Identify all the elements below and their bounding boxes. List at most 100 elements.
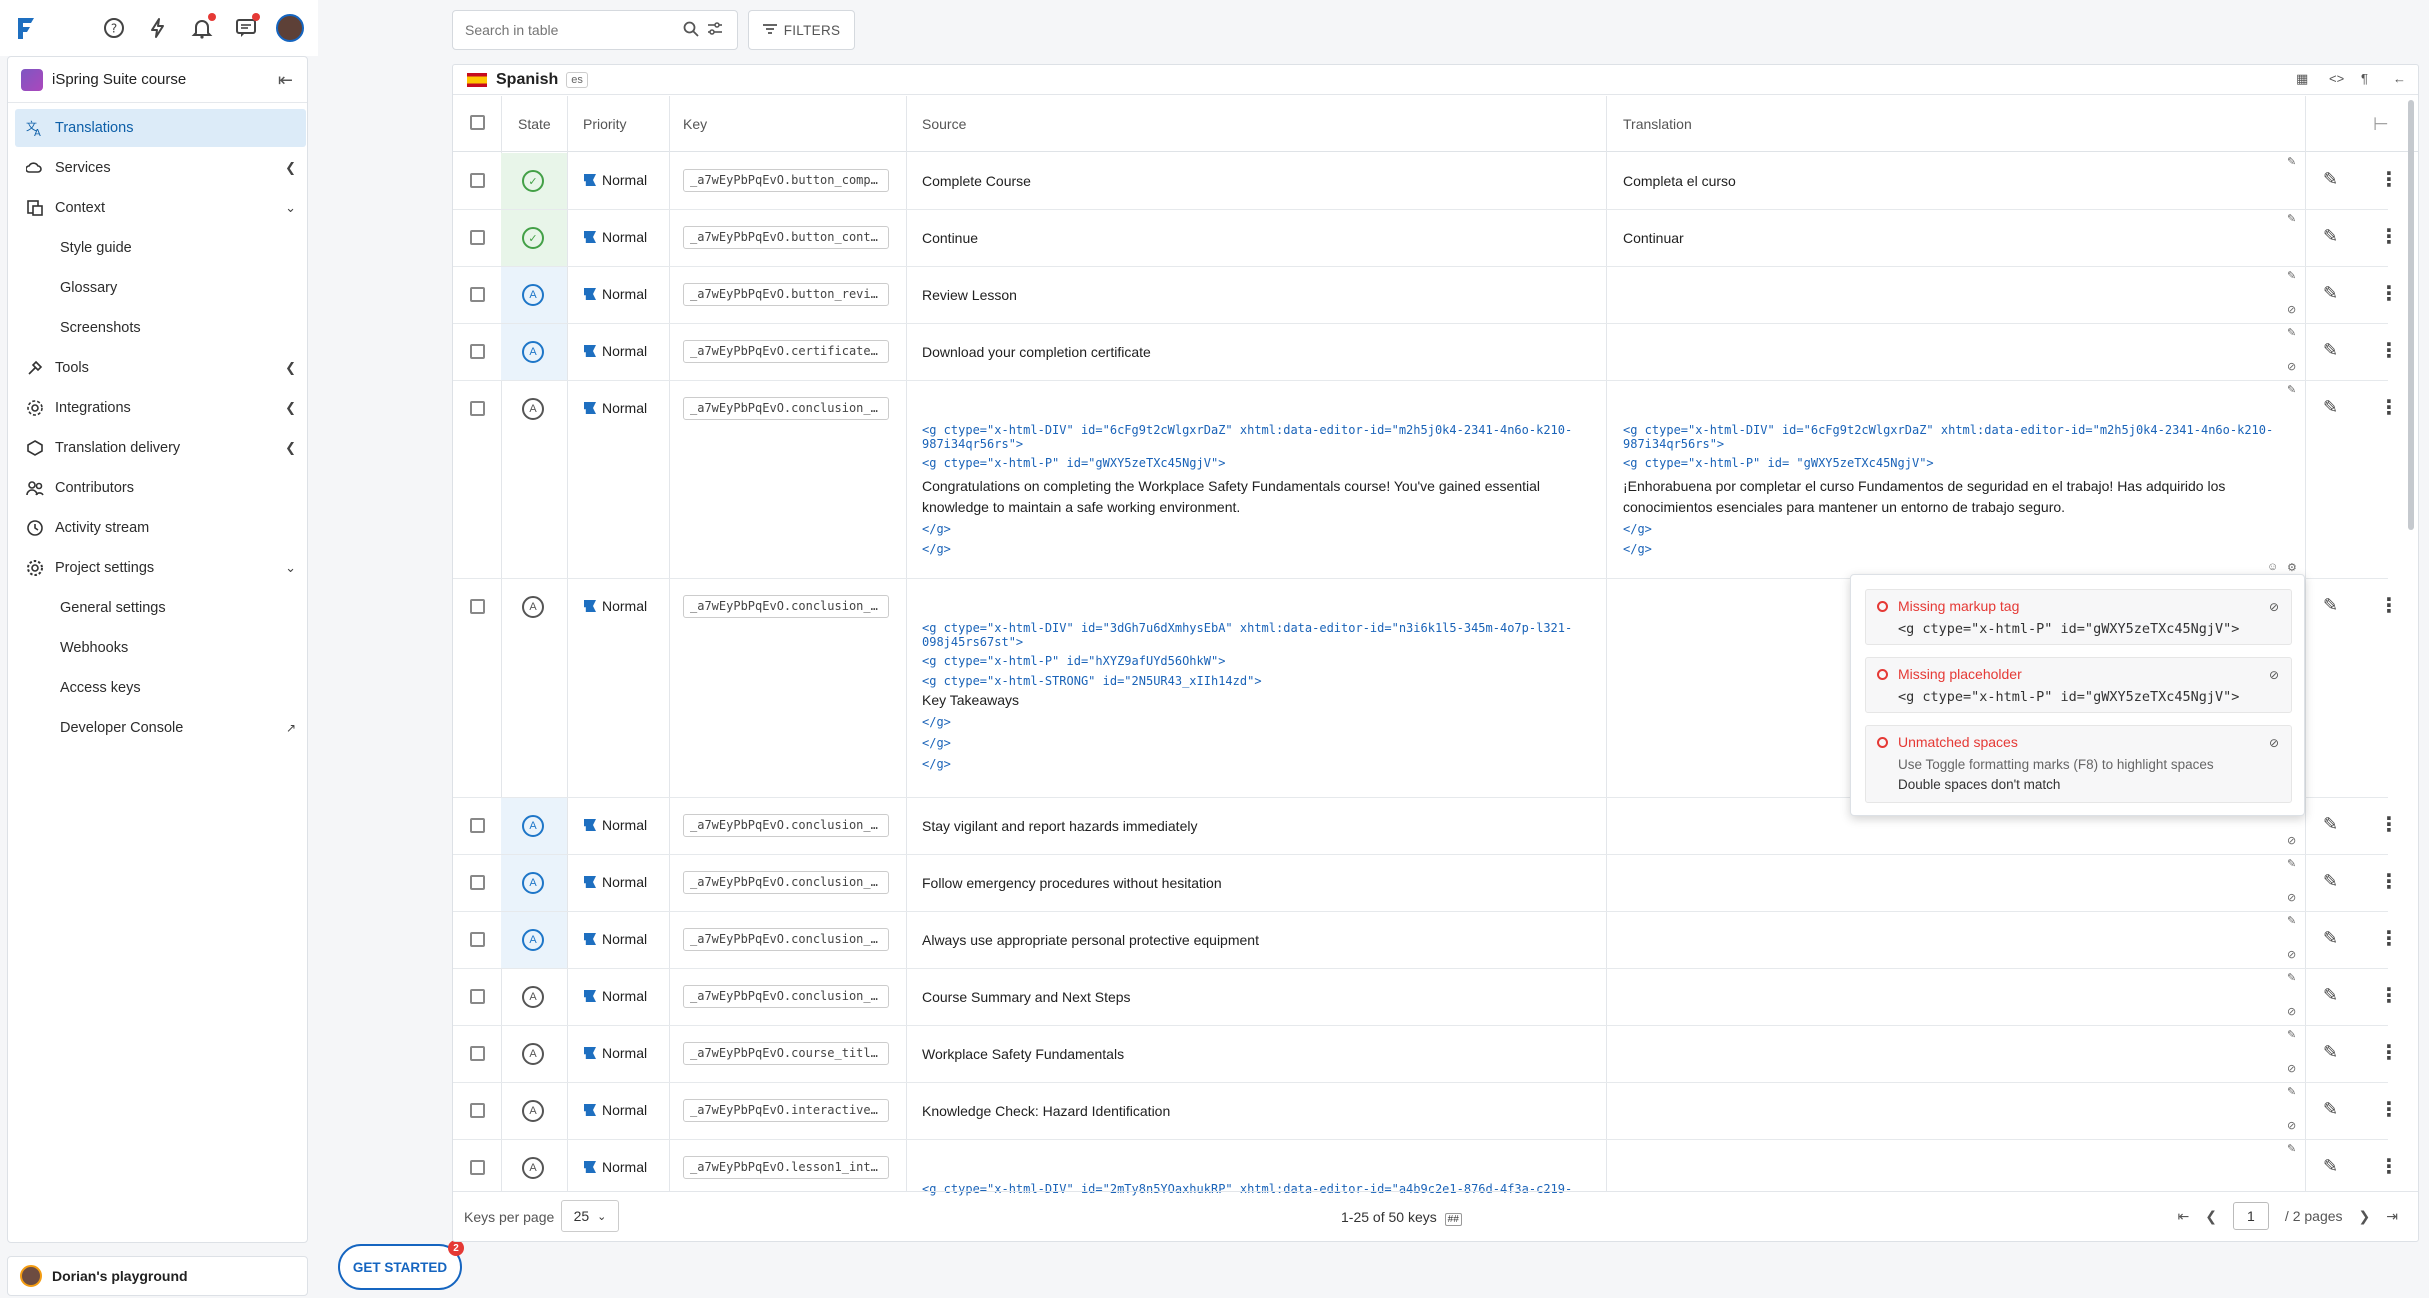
- edit-small-icon[interactable]: ✎: [2287, 971, 2296, 984]
- translation-text[interactable]: Continuar: [1623, 228, 2283, 249]
- filters-button[interactable]: FILTERS: [748, 10, 855, 50]
- table-row[interactable]: ✓ Normal _a7wEyPbPqEvO.button_conti… Con…: [453, 210, 2399, 267]
- row-checkbox[interactable]: [470, 599, 485, 614]
- key-chip[interactable]: _a7wEyPbPqEvO.button_compl…: [683, 169, 889, 192]
- edit-icon[interactable]: ✎: [2323, 871, 2338, 892]
- priority[interactable]: Normal: [584, 1102, 647, 1118]
- edit-small-icon[interactable]: ✎: [2287, 1028, 2296, 1041]
- workspace-switcher[interactable]: Dorian's playground: [7, 1256, 308, 1296]
- sidebar-item-developer-console[interactable]: Developer Console ↗: [15, 709, 306, 747]
- search-icon[interactable]: [683, 21, 699, 40]
- hash-icon[interactable]: ##: [1444, 1213, 1462, 1226]
- page-input[interactable]: 1: [2232, 1202, 2269, 1230]
- get-started-button[interactable]: GET STARTED 2: [338, 1240, 464, 1290]
- translation-text[interactable]: Completa el curso: [1623, 171, 2283, 192]
- next-page-icon[interactable]: ❯: [2359, 1208, 2371, 1225]
- more-icon[interactable]: ⋮: [2379, 338, 2399, 363]
- edit-icon[interactable]: ✎: [2323, 169, 2338, 190]
- key-chip[interactable]: _a7wEyPbPqEvO.conclusion_t…: [683, 985, 889, 1008]
- hide-icon[interactable]: ⊘: [2287, 303, 2296, 316]
- more-icon[interactable]: ⋮: [2379, 812, 2399, 837]
- table-row[interactable]: ✓ Normal _a7wEyPbPqEvO.button_compl… Com…: [453, 153, 2399, 210]
- more-icon[interactable]: ⋮: [2379, 395, 2399, 420]
- table-row[interactable]: A Normal _a7wEyPbPqEvO.conclusion_p… Alw…: [453, 912, 2399, 969]
- sidebar-item-translations[interactable]: 文A Translations: [15, 109, 306, 147]
- hide-icon[interactable]: ⊘: [2287, 834, 2296, 847]
- select-all-checkbox[interactable]: [470, 115, 485, 130]
- lightning-icon[interactable]: [144, 14, 172, 42]
- priority[interactable]: Normal: [584, 400, 647, 416]
- collapse-sidebar-icon[interactable]: ⇤: [278, 70, 293, 91]
- hide-icon[interactable]: ⊘: [2287, 891, 2296, 904]
- key-chip[interactable]: _a7wEyPbPqEvO.conclusion_p…: [683, 814, 889, 837]
- column-key[interactable]: Key: [683, 116, 707, 132]
- key-chip[interactable]: _a7wEyPbPqEvO.conclusion_p…: [683, 871, 889, 894]
- edit-small-icon[interactable]: ✎: [2287, 383, 2296, 396]
- last-page-icon[interactable]: ⇥: [2386, 1208, 2398, 1225]
- row-checkbox[interactable]: [470, 1160, 485, 1175]
- translation-content[interactable]: <g ctype="x-html-DIV" id="6cFg9t2cWlgxrD…: [1623, 423, 2283, 556]
- key-chip[interactable]: _a7wEyPbPqEvO.button_revie…: [683, 283, 889, 306]
- error-icon[interactable]: ⚙: [2287, 561, 2297, 574]
- priority[interactable]: Normal: [584, 931, 647, 947]
- priority[interactable]: Normal: [584, 1045, 647, 1061]
- column-priority[interactable]: Priority: [583, 116, 627, 132]
- priority[interactable]: Normal: [584, 1159, 647, 1175]
- edit-icon[interactable]: ✎: [2323, 1099, 2338, 1120]
- edit-small-icon[interactable]: ✎: [2287, 1142, 2296, 1155]
- sidebar-item-project-settings[interactable]: Project settings ⌄: [15, 549, 306, 587]
- priority[interactable]: Normal: [584, 172, 647, 188]
- table-row[interactable]: A Normal _a7wEyPbPqEvO.interactive_… Kno…: [453, 1083, 2399, 1140]
- first-page-icon[interactable]: ⇤: [2177, 1208, 2189, 1225]
- hide-icon[interactable]: ⊘: [2287, 1119, 2296, 1132]
- edit-small-icon[interactable]: ✎: [2287, 155, 2296, 168]
- edit-icon[interactable]: ✎: [2323, 340, 2338, 361]
- layout-icon[interactable]: ▦: [2296, 71, 2308, 87]
- edit-small-icon[interactable]: ✎: [2287, 212, 2296, 225]
- edit-small-icon[interactable]: ✎: [2287, 914, 2296, 927]
- emoji-icon[interactable]: ☺: [2267, 561, 2278, 573]
- hide-icon[interactable]: ⊘: [2287, 1005, 2296, 1018]
- bell-icon[interactable]: [188, 13, 216, 42]
- row-checkbox[interactable]: [470, 932, 485, 947]
- row-checkbox[interactable]: [470, 989, 485, 1004]
- row-checkbox[interactable]: [470, 1046, 485, 1061]
- hide-issue-icon[interactable]: ⊘: [2269, 600, 2279, 614]
- hide-issue-icon[interactable]: ⊘: [2269, 668, 2279, 682]
- more-icon[interactable]: ⋮: [2379, 869, 2399, 894]
- key-chip[interactable]: _a7wEyPbPqEvO.course_title…: [683, 1042, 889, 1065]
- row-checkbox[interactable]: [470, 1103, 485, 1118]
- more-icon[interactable]: ⋮: [2379, 593, 2399, 618]
- table-row[interactable]: A Normal _a7wEyPbPqEvO.course_title… Wor…: [453, 1026, 2399, 1083]
- column-state[interactable]: State: [518, 116, 551, 132]
- sidebar-item-services[interactable]: Services ❮: [15, 149, 306, 187]
- key-chip[interactable]: _a7wEyPbPqEvO.lesson1_intr…: [683, 1156, 889, 1179]
- sidebar-item-activity-stream[interactable]: Activity stream: [15, 509, 306, 547]
- sidebar-item-webhooks[interactable]: Webhooks: [15, 629, 306, 667]
- row-checkbox[interactable]: [470, 173, 485, 188]
- code-icon[interactable]: <>: [2329, 71, 2344, 86]
- sidebar-item-translation-delivery[interactable]: Translation delivery ❮: [15, 429, 306, 467]
- table-row[interactable]: A Normal _a7wEyPbPqEvO.certificate_… Dow…: [453, 324, 2399, 381]
- table-row[interactable]: A Normal _a7wEyPbPqEvO.lesson1_intr… <g …: [453, 1140, 2399, 1196]
- column-settings-icon[interactable]: ⊢: [2373, 114, 2389, 135]
- edit-icon[interactable]: ✎: [2323, 1156, 2338, 1177]
- sidebar-item-style-guide[interactable]: Style guide: [15, 229, 306, 267]
- sidebar-item-context[interactable]: Context ⌄: [15, 189, 306, 227]
- sidebar-item-tools[interactable]: Tools ❮: [15, 349, 306, 387]
- table-row[interactable]: A Normal _a7wEyPbPqEvO.conclusion_c… <g …: [453, 381, 2399, 579]
- scrollbar[interactable]: [2408, 100, 2414, 530]
- logo-icon[interactable]: [13, 14, 41, 42]
- edit-icon[interactable]: ✎: [2323, 814, 2338, 835]
- key-chip[interactable]: _a7wEyPbPqEvO.interactive_…: [683, 1099, 889, 1122]
- priority[interactable]: Normal: [584, 817, 647, 833]
- key-chip[interactable]: _a7wEyPbPqEvO.button_conti…: [683, 226, 889, 249]
- edit-icon[interactable]: ✎: [2323, 1042, 2338, 1063]
- edit-small-icon[interactable]: ✎: [2287, 857, 2296, 870]
- search-options-icon[interactable]: [707, 21, 723, 40]
- edit-small-icon[interactable]: ✎: [2287, 326, 2296, 339]
- more-icon[interactable]: ⋮: [2379, 167, 2399, 192]
- row-checkbox[interactable]: [470, 818, 485, 833]
- edit-icon[interactable]: ✎: [2323, 226, 2338, 247]
- edit-icon[interactable]: ✎: [2323, 928, 2338, 949]
